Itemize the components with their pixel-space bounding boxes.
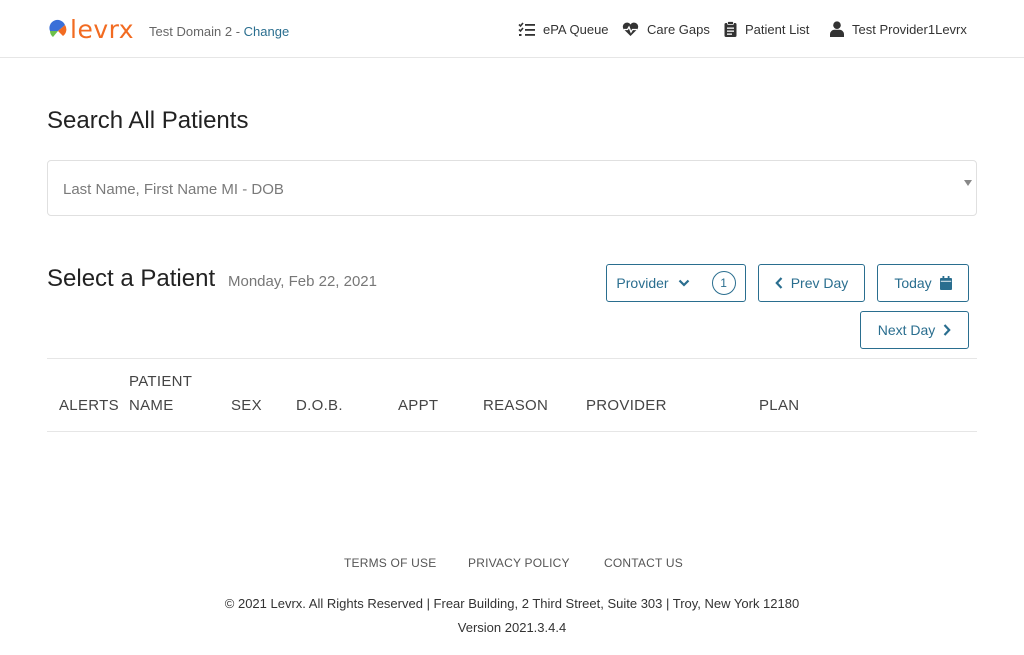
clipboard-icon [724,21,737,37]
footer-privacy-link[interactable]: PRIVACY POLICY [468,556,570,570]
col-sex[interactable]: SEX [231,394,262,418]
nav-user-menu[interactable]: Test Provider1Levrx [830,19,967,39]
domain-text: Test Domain 2 - [149,24,244,39]
heartbeat-icon [622,22,639,36]
table-top-divider [47,358,977,359]
col-patient-name-line2[interactable]: NAME [129,394,174,418]
provider-filter-label: Provider [616,275,669,291]
col-patient-name-line1[interactable]: PATIENT [129,370,192,394]
top-header: levrx Test Domain 2 - Change ePA Queue C… [0,0,1024,58]
nav-patient-list-label: Patient List [745,21,810,37]
select-patient-title: Select a Patient [47,265,216,292]
prev-day-button[interactable]: Prev Day [758,264,865,302]
provider-count-badge: 1 [711,271,736,295]
domain-change-link[interactable]: Change [244,24,290,39]
calendar-icon [939,276,952,290]
chevron-down-icon [678,279,689,287]
provider-filter-button[interactable]: Provider 1 [606,264,746,302]
nav-care-gaps-label: Care Gaps [647,21,710,37]
col-alerts[interactable]: ALERTS [59,394,119,418]
user-icon [830,21,844,37]
logo-text: levrx [70,14,135,44]
prev-day-label: Prev Day [790,275,849,291]
today-label: Today [894,275,932,291]
levrx-logo[interactable]: levrx [48,16,134,42]
nav-epa-queue[interactable]: ePA Queue [518,19,609,39]
today-button[interactable]: Today [877,264,969,302]
logo-mark-icon [48,19,68,39]
footer-contact-link[interactable]: CONTACT US [604,556,683,570]
footer-copyright: © 2021 Levrx. All Rights Reserved | Frea… [224,596,800,611]
table-header-divider [47,431,977,432]
nav-patient-list[interactable]: Patient List [724,19,809,39]
domain-label: Test Domain 2 - Change [149,24,289,39]
selected-date: Monday, Feb 22, 2021 [228,273,377,290]
caret-down-icon[interactable] [964,180,972,186]
patient-search-select[interactable] [47,160,977,216]
chevron-left-icon [774,277,783,289]
col-reason[interactable]: REASON [483,394,548,418]
next-day-button[interactable]: Next Day [860,311,969,349]
col-appt[interactable]: APPT [398,394,438,418]
search-title: Search All Patients [47,107,249,134]
col-dob[interactable]: D.O.B. [296,394,343,418]
col-provider[interactable]: PROVIDER [586,394,667,418]
col-plan[interactable]: PLAN [759,394,799,418]
checklist-icon [518,21,535,36]
nav-care-gaps[interactable]: Care Gaps [622,19,710,39]
next-day-label: Next Day [877,322,936,338]
footer-version: Version 2021.3.4.4 [457,620,567,635]
nav-epa-queue-label: ePA Queue [543,21,609,37]
nav-user-label: Test Provider1Levrx [852,21,967,37]
patient-search-input[interactable] [63,177,943,201]
chevron-right-icon [943,324,951,336]
footer-terms-link[interactable]: TERMS OF USE [344,556,436,570]
